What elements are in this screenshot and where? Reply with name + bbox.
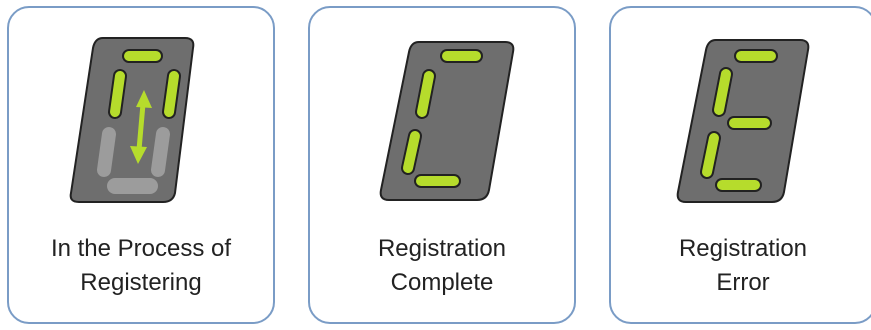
caption-line-1: Registration — [678, 235, 808, 262]
segment-lower-left — [97, 127, 116, 177]
caption-line-2: Complete — [390, 269, 494, 296]
caption-line-1: Registration — [377, 235, 507, 262]
caption-line-2: Error — [716, 269, 770, 296]
caption-line-2: Registering — [80, 269, 202, 296]
caption-line-1: In the Process of — [50, 235, 232, 262]
card-caption: Registration Complete — [310, 232, 574, 300]
segment-lower-right — [151, 127, 170, 177]
card-caption: In the Process of Registering — [9, 232, 273, 300]
card-caption: Registration Error — [611, 232, 871, 300]
status-card-registration-complete: Registration Complete — [308, 6, 576, 324]
registering-icon — [69, 37, 195, 203]
letter-e-display-icon — [676, 39, 810, 203]
status-card-registration-error: Registration Error — [609, 6, 871, 324]
letter-c-display-icon — [379, 41, 515, 201]
status-card-registering: In the Process of Registering — [7, 6, 275, 324]
